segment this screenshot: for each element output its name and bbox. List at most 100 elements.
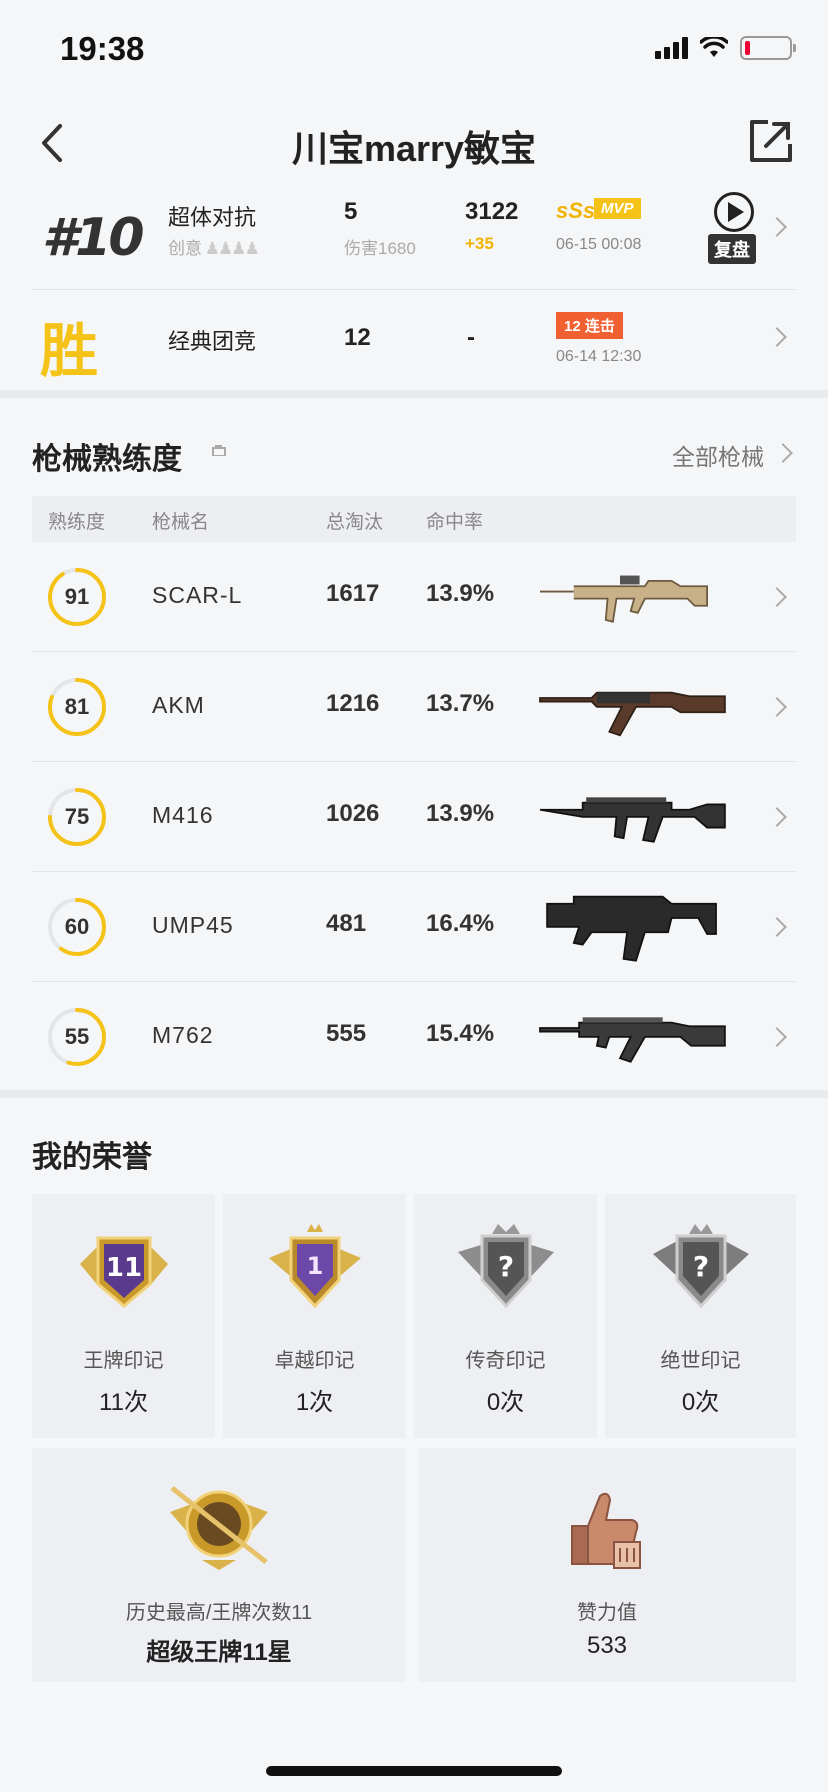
weapon-accuracy: 13.7% (426, 690, 495, 717)
ace-badge-text: 11 (106, 1253, 142, 1283)
weapon-name: AKM (152, 692, 205, 718)
honor-value: 超级王牌11星 (146, 1639, 292, 1666)
honor-name: 王牌印记 (83, 1350, 164, 1372)
status-time: 19:38 (60, 30, 145, 67)
weapon-kills: 1617 (326, 580, 380, 607)
weapon-accuracy: 13.9% (426, 580, 495, 607)
replay-label: 复盘 (708, 234, 756, 264)
weapon-image (539, 1017, 726, 1063)
match-sub: 创意 ♟♟♟♟ (168, 239, 260, 258)
match-row[interactable]: #10 超体对抗 创意 ♟♟♟♟ 5 伤害1680 3122 +35 sSs M… (32, 190, 796, 290)
match-kills: 12 (344, 324, 371, 351)
weapon-table-header: 熟练度 枪械名 总淘汰 命中率 (32, 496, 796, 542)
replay-button[interactable]: 复盘 (708, 190, 764, 264)
weapon-image (546, 895, 717, 962)
honor-name: 赞力值 (577, 1602, 637, 1624)
mastery-value: 55 (64, 1024, 90, 1049)
mastery-value: 75 (64, 804, 90, 829)
match-score: 3122 (465, 198, 519, 225)
mastery-value: 81 (64, 694, 90, 719)
match-kills: 5 (344, 198, 358, 225)
honor-card-peerless[interactable]: ? 绝世印记 0次 (605, 1194, 796, 1438)
chevron-right-icon (767, 217, 787, 237)
mastery-value: 91 (64, 584, 90, 609)
lock-icon (212, 445, 226, 456)
ace-badge-icon: 11 (80, 1236, 168, 1308)
weapon-kills: 555 (326, 1020, 367, 1047)
col-kills: 总淘汰 (326, 512, 384, 533)
chevron-right-icon (767, 587, 787, 607)
weapon-image (539, 797, 726, 843)
honor-card-ace[interactable]: 11 王牌印记 11次 (32, 1194, 215, 1438)
chevron-right-icon (767, 697, 787, 717)
wifi-icon (700, 37, 728, 57)
weapon-row[interactable]: 60 UMP45 481 16.4% (32, 872, 796, 982)
match-score: - (467, 324, 475, 351)
weapon-name: SCAR-L (152, 582, 243, 608)
match-rank: #10 (42, 208, 145, 268)
weapon-kills: 481 (326, 910, 367, 937)
weapon-row[interactable]: 91 SCAR-L 1617 13.9% (32, 542, 796, 652)
nav-header: 川宝marry敏宝 (0, 100, 828, 190)
match-result: 胜 (40, 317, 99, 385)
chevron-right-icon (767, 1027, 787, 1047)
share-icon[interactable] (748, 118, 794, 164)
signal-icon (655, 37, 688, 59)
honor-card-best-tier[interactable]: 历史最高/王牌次数11 超级王牌11星 (32, 1448, 406, 1682)
weapon-name: UMP45 (152, 912, 234, 938)
home-indicator[interactable] (266, 1766, 562, 1776)
honor-name: 绝世印记 (660, 1350, 741, 1372)
match-date: 06-15 00:08 (556, 236, 642, 253)
match-date: 06-14 12:30 (556, 348, 642, 365)
chevron-right-icon (767, 807, 787, 827)
weapon-row[interactable]: 75 M416 1026 13.9% (32, 762, 796, 872)
col-name: 枪械名 (152, 512, 210, 533)
chevron-right-icon (767, 917, 787, 937)
col-accuracy: 命中率 (426, 512, 484, 533)
svg-text:?: ? (498, 1250, 514, 1283)
section-title: 我的荣誉 (32, 1141, 152, 1174)
all-weapons-link[interactable]: 全部枪械 (672, 438, 764, 472)
honor-name: 卓越印记 (274, 1350, 355, 1372)
match-grade: sSs (556, 198, 596, 223)
streak-badge: 12 连击 (556, 312, 623, 339)
weapon-name: M416 (152, 802, 214, 828)
chevron-right-icon (773, 443, 793, 463)
honor-card-legend[interactable]: ? 传奇印记 0次 (414, 1194, 597, 1438)
status-bar: 19:38 (0, 0, 828, 100)
weapon-kills: 1216 (326, 690, 380, 717)
match-mode: 经典团竞 (168, 329, 257, 354)
weapon-mastery-section: 枪械熟练度 全部枪械 熟练度 枪械名 总淘汰 命中率 91 SCAR-L 1617 1… (0, 398, 828, 1092)
weapon-image (539, 691, 726, 737)
svg-text:1: 1 (307, 1252, 324, 1280)
honor-count: 0次 (486, 1389, 525, 1416)
status-icons (655, 36, 796, 60)
honors-section: 我的荣誉 11 王牌印记 11次 1 卓越印记 1次 ? 传奇印记 0次 ? 绝… (0, 1098, 828, 1698)
section-divider (0, 390, 828, 398)
thumbs-up-icon (571, 1492, 641, 1569)
chevron-right-icon (767, 327, 787, 347)
mastery-value: 60 (64, 914, 90, 939)
section-title: 枪械熟练度 (32, 443, 182, 476)
svg-text:?: ? (693, 1250, 709, 1283)
weapon-name: M762 (152, 1022, 214, 1048)
honor-count: 11次 (99, 1389, 148, 1416)
honor-count: 1次 (295, 1389, 334, 1416)
tier-badge-icon (170, 1486, 268, 1570)
honor-value: 533 (586, 1632, 628, 1659)
recent-matches: #10 超体对抗 创意 ♟♟♟♟ 5 伤害1680 3122 +35 sSs M… (0, 190, 828, 390)
honor-count: 0次 (681, 1389, 720, 1416)
honor-name: 传奇印记 (465, 1350, 546, 1372)
section-divider (0, 1090, 828, 1098)
weapon-accuracy: 16.4% (426, 910, 495, 937)
weapon-row[interactable]: 55 M762 555 15.4% (32, 982, 796, 1092)
battery-icon (740, 36, 796, 60)
weapon-image (540, 575, 708, 623)
match-row[interactable]: 胜 经典团竞 12 - 12 连击 06-14 12:30 (32, 290, 796, 390)
honor-card-likes[interactable]: 赞力值 533 (418, 1448, 796, 1682)
weapon-row[interactable]: 81 AKM 1216 13.7% (32, 652, 796, 762)
honor-name: 历史最高/王牌次数11 (125, 1602, 313, 1624)
honor-card-excellence[interactable]: 1 卓越印记 1次 (223, 1194, 406, 1438)
page-title: 川宝marry敏宝 (291, 128, 537, 169)
mvp-badge: MVP (594, 198, 641, 219)
